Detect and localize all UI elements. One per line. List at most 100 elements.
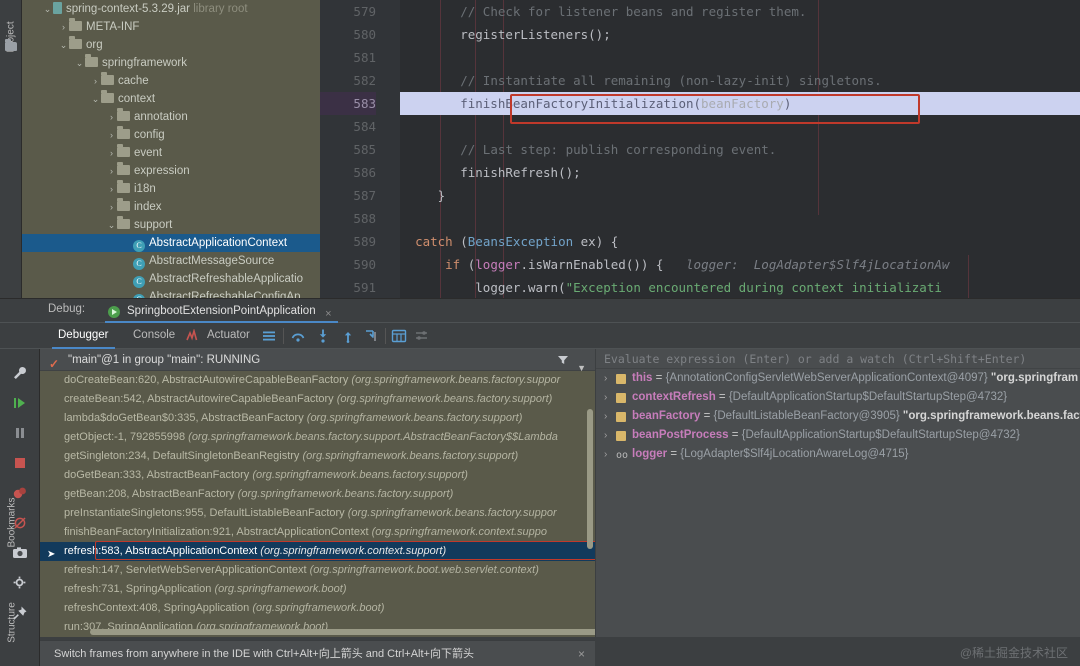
frame-row[interactable]: refreshContext:408, SpringApplication (o… <box>40 599 595 618</box>
frame-row[interactable]: getBean:208, AbstractBeanFactory (org.sp… <box>40 485 595 504</box>
chevron-down-icon[interactable]: ⌄ <box>42 0 53 18</box>
tab-debugger[interactable]: Debugger <box>52 323 115 349</box>
run-to-cursor-icon[interactable] <box>364 328 380 344</box>
tree-item[interactable]: ›expression <box>22 162 320 180</box>
variable-row[interactable]: ›oologger = {LogAdapter$Slf4jLocationAwa… <box>596 445 1080 464</box>
code-line[interactable]: // Instantiate all remaining (non-lazy-i… <box>400 69 1080 92</box>
debug-run-config-tab[interactable]: SpringbootExtensionPointApplication × <box>105 301 338 323</box>
code-line-current[interactable]: finishBeanFactoryInitialization(beanFact… <box>400 92 1080 115</box>
tree-item[interactable]: ›annotation <box>22 108 320 126</box>
tree-item[interactable]: ›event <box>22 144 320 162</box>
close-icon[interactable]: × <box>325 304 331 325</box>
tree-item[interactable]: CAbstractApplicationContext <box>22 234 320 252</box>
chevron-right-icon[interactable]: › <box>58 18 69 36</box>
chevron-right-icon[interactable]: › <box>90 72 101 90</box>
step-into-icon[interactable] <box>315 328 331 344</box>
chevron-down-icon[interactable]: ⌄ <box>74 54 85 72</box>
tree-item[interactable]: ⌄support <box>22 216 320 234</box>
tree-item[interactable]: › cache <box>22 72 320 90</box>
step-over-icon[interactable] <box>290 328 306 344</box>
gear-icon[interactable] <box>12 575 28 591</box>
settings-wrench-icon[interactable] <box>12 365 28 381</box>
chevron-right-icon[interactable]: › <box>604 369 607 388</box>
variable-value: {DefaultApplicationStartup$DefaultStartu… <box>729 391 1007 403</box>
frame-row[interactable]: refresh:731, SpringApplication (org.spri… <box>40 580 595 599</box>
tab-actuator[interactable]: Actuator <box>201 323 256 349</box>
frame-row[interactable]: doGetBean:333, AbstractBeanFactory (org.… <box>40 466 595 485</box>
sidebar-tab-project[interactable]: Project <box>0 2 22 72</box>
frame-row[interactable]: refresh:147, ServletWebServerApplication… <box>40 561 595 580</box>
code-line[interactable]: } <box>400 184 1080 207</box>
project-tree[interactable]: ⌄spring-context-5.3.29.jar library root›… <box>22 0 320 298</box>
code-line[interactable]: logger.warn("Exception encountered durin… <box>400 276 1080 298</box>
step-out-icon[interactable] <box>340 328 356 344</box>
tree-item[interactable]: ⌄org <box>22 36 320 54</box>
chevron-down-icon[interactable]: ⌄ <box>90 90 101 108</box>
tree-item[interactable]: CAbstractRefreshableApplicatio <box>22 270 320 288</box>
chevron-right-icon[interactable]: › <box>106 198 117 216</box>
frames-vertical-scrollbar[interactable] <box>587 409 593 549</box>
tree-item-label: cache <box>118 75 149 87</box>
chevron-right-icon[interactable]: › <box>106 144 117 162</box>
rail-label-structure[interactable]: Structure <box>7 593 18 653</box>
variable-row[interactable]: ›contextRefresh = {DefaultApplicationSta… <box>596 388 1080 407</box>
chevron-right-icon[interactable]: › <box>106 126 117 144</box>
variable-row[interactable]: ›beanPostProcess = {DefaultApplicationSt… <box>596 426 1080 445</box>
frame-package: (org.springframework.beans.factory.suppo… <box>351 374 560 386</box>
frame-row[interactable]: createBean:542, AbstractAutowireCapableB… <box>40 390 595 409</box>
editor-gutter[interactable]: 579580581582583584585586587588589590591 <box>320 0 400 298</box>
code-line[interactable] <box>400 207 1080 230</box>
chevron-right-icon[interactable]: › <box>106 180 117 198</box>
tree-item[interactable]: ›i18n <box>22 180 320 198</box>
tree-item[interactable]: ›config <box>22 126 320 144</box>
frames-panel[interactable]: ✓ "main"@1 in group "main": RUNNING ▼ do… <box>40 349 595 637</box>
pause-icon[interactable] <box>12 425 28 441</box>
frame-row[interactable]: getObject:-1, 792855998 (org.springframe… <box>40 428 595 447</box>
code-editor[interactable]: 579580581582583584585586587588589590591 … <box>320 0 1080 298</box>
frame-row[interactable]: finishBeanFactoryInitialization:921, Abs… <box>40 523 595 542</box>
filter-icon[interactable] <box>557 354 569 366</box>
close-icon[interactable]: × <box>578 641 585 666</box>
tree-item[interactable]: ›index <box>22 198 320 216</box>
evaluate-expression-icon[interactable] <box>391 328 407 344</box>
frames-horizontal-scrollbar[interactable] <box>90 629 595 635</box>
tab-console[interactable]: Console <box>127 323 181 349</box>
tree-item[interactable]: ›META-INF <box>22 18 320 36</box>
code-line[interactable]: registerListeners(); <box>400 23 1080 46</box>
tree-item[interactable]: ⌄context <box>22 90 320 108</box>
stop-icon[interactable] <box>12 455 28 471</box>
chevron-down-icon[interactable]: ⌄ <box>106 216 117 234</box>
chevron-down-icon[interactable]: ⌄ <box>58 36 69 54</box>
frame-row[interactable]: getSingleton:234, DefaultSingletonBeanRe… <box>40 447 595 466</box>
frame-row[interactable]: doCreateBean:620, AbstractAutowireCapabl… <box>40 371 595 390</box>
code-line[interactable] <box>400 46 1080 69</box>
variable-row[interactable]: ›this = {AnnotationConfigServletWebServe… <box>596 369 1080 388</box>
chevron-right-icon[interactable]: › <box>106 162 117 180</box>
tree-item[interactable]: CAbstractMessageSource <box>22 252 320 270</box>
code-line[interactable]: catch (BeansException ex) { <box>400 230 1080 253</box>
variable-row[interactable]: ›beanFactory = {DefaultListableBeanFacto… <box>596 407 1080 426</box>
chevron-right-icon[interactable]: › <box>604 426 607 445</box>
show-execution-point-icon[interactable] <box>261 328 277 344</box>
tree-item[interactable]: ⌄springframework <box>22 54 320 72</box>
chevron-right-icon[interactable]: › <box>604 388 607 407</box>
rail-label-bookmarks[interactable]: Bookmarks <box>7 493 18 553</box>
chevron-right-icon[interactable]: › <box>604 445 607 464</box>
code-line[interactable]: finishRefresh(); <box>400 161 1080 184</box>
chevron-right-icon[interactable]: › <box>106 108 117 126</box>
code-line[interactable]: if (logger.isWarnEnabled()) { logger: Lo… <box>400 253 1080 276</box>
chevron-right-icon[interactable]: › <box>604 407 607 426</box>
frame-row-selected[interactable]: ➤refresh:583, AbstractApplicationContext… <box>40 542 595 561</box>
code-line[interactable]: // Check for listener beans and register… <box>400 0 1080 23</box>
code-line[interactable] <box>400 115 1080 138</box>
variables-panel[interactable]: Evaluate expression (Enter) or add a wat… <box>596 349 1080 637</box>
code-line[interactable]: // Last step: publish corresponding even… <box>400 138 1080 161</box>
resume-icon[interactable] <box>12 395 28 411</box>
tree-item[interactable]: ⌄spring-context-5.3.29.jar library root <box>22 0 320 18</box>
frame-row[interactable]: lambda$doGetBean$0:335, AbstractBeanFact… <box>40 409 595 428</box>
evaluate-expression-input[interactable]: Evaluate expression (Enter) or add a wat… <box>596 349 1080 369</box>
frame-row[interactable]: preInstantiateSingletons:955, DefaultLis… <box>40 504 595 523</box>
thread-selector[interactable]: ✓ "main"@1 in group "main": RUNNING ▼ <box>40 349 595 371</box>
layout-settings-icon[interactable] <box>414 328 430 344</box>
tree-item[interactable]: CAbstractRefreshableConfigAp <box>22 288 320 298</box>
